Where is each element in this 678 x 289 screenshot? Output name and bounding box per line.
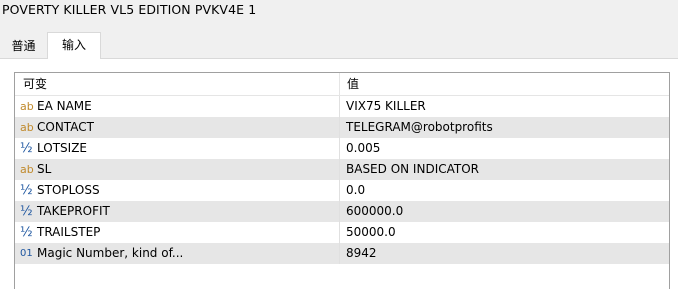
tab-common[interactable]: 普通	[0, 35, 47, 58]
input-name: TAKEPROFIT	[37, 204, 110, 218]
inputs-panel: 可变 值 ab EA NAME VIX75 KILLER ab CONTACT …	[0, 58, 678, 289]
column-header-value[interactable]: 值	[347, 73, 359, 95]
table-row[interactable]: ½ STOPLOSS 0.0	[15, 180, 669, 201]
inputs-table: 可变 值 ab EA NAME VIX75 KILLER ab CONTACT …	[14, 72, 670, 289]
cell-divider	[339, 96, 340, 117]
input-name: STOPLOSS	[37, 183, 100, 197]
input-value[interactable]: 0.005	[346, 138, 380, 159]
input-name: LOTSIZE	[37, 141, 87, 155]
table-row[interactable]: ½ TRAILSTEP 50000.0	[15, 222, 669, 243]
input-name: TRAILSTEP	[37, 225, 101, 239]
double-type-icon: ½	[20, 225, 33, 240]
cell-divider	[339, 243, 340, 264]
window-title: POVERTY KILLER VL5 EDITION PVKV4E 1	[2, 2, 257, 17]
tab-strip: 普通 输入	[0, 32, 678, 59]
double-type-icon: ½	[20, 141, 33, 156]
table-row[interactable]: ½ LOTSIZE 0.005	[15, 138, 669, 159]
cell-divider	[339, 117, 340, 138]
input-name: EA NAME	[37, 99, 92, 113]
input-name: CONTACT	[37, 120, 94, 134]
table-header: 可变 值	[15, 73, 669, 96]
input-value[interactable]: 50000.0	[346, 222, 396, 243]
table-row[interactable]: ½ TAKEPROFIT 600000.0	[15, 201, 669, 222]
input-value[interactable]: 8942	[346, 243, 377, 264]
input-name: SL	[37, 162, 52, 176]
input-value[interactable]: BASED ON INDICATOR	[346, 159, 479, 180]
table-row[interactable]: ab EA NAME VIX75 KILLER	[15, 96, 669, 117]
input-value[interactable]: TELEGRAM@robotprofits	[346, 117, 493, 138]
table-row[interactable]: ab CONTACT TELEGRAM@robotprofits	[15, 117, 669, 138]
string-type-icon: ab	[20, 100, 34, 113]
cell-divider	[339, 180, 340, 201]
cell-divider	[339, 138, 340, 159]
string-type-icon: ab	[20, 121, 34, 134]
double-type-icon: ½	[20, 204, 33, 219]
table-row[interactable]: ab SL BASED ON INDICATOR	[15, 159, 669, 180]
column-header-variable[interactable]: 可变	[23, 73, 47, 95]
tab-inputs[interactable]: 输入	[47, 32, 101, 59]
input-value[interactable]: VIX75 KILLER	[346, 96, 426, 117]
double-type-icon: ½	[20, 183, 33, 198]
input-name: Magic Number, kind of...	[37, 246, 184, 260]
integer-type-icon: 01	[20, 248, 33, 259]
string-type-icon: ab	[20, 163, 34, 176]
cell-divider	[339, 159, 340, 180]
cell-divider	[339, 201, 340, 222]
table-row[interactable]: 01 Magic Number, kind of... 8942	[15, 243, 669, 264]
cell-divider	[339, 222, 340, 243]
input-value[interactable]: 0.0	[346, 180, 365, 201]
column-divider[interactable]	[339, 73, 340, 95]
input-value[interactable]: 600000.0	[346, 201, 403, 222]
